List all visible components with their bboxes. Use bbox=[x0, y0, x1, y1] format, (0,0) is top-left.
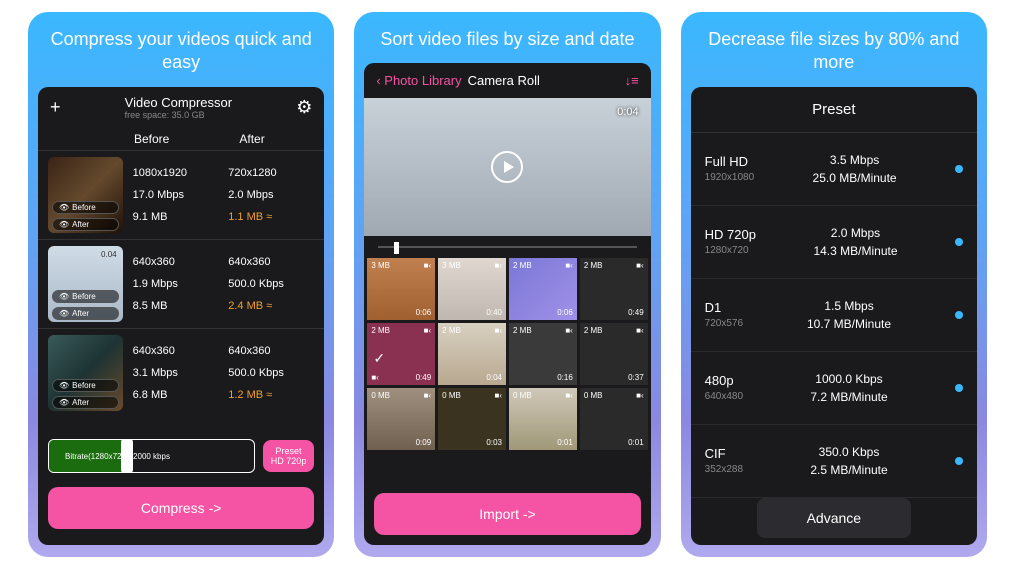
grid-item[interactable]: 3 MB■‹0:06 bbox=[367, 258, 435, 320]
panel-library: Sort video files by size and date ‹ Phot… bbox=[354, 12, 660, 557]
preset-title: Preset bbox=[691, 87, 977, 133]
eye-icon[interactable]: 👁 Before bbox=[52, 379, 119, 392]
grid-item[interactable]: 0 MB■‹0:03 bbox=[438, 388, 506, 450]
radio-icon bbox=[955, 457, 963, 465]
caption: Decrease file sizes by 80% and more bbox=[681, 12, 987, 87]
grid-item-selected[interactable]: 2 MB■‹✓■‹0:49 bbox=[367, 323, 435, 385]
grid-item[interactable]: 3 MB■‹0:40 bbox=[438, 258, 506, 320]
compress-card: + Video Compressor free space: 35.0 GB ⚙… bbox=[38, 87, 324, 545]
grid-item[interactable]: 2 MB■‹0:16 bbox=[509, 323, 577, 385]
eye-icon[interactable]: 👁 Before bbox=[52, 290, 119, 303]
back-button[interactable]: ‹ Photo Library bbox=[376, 73, 461, 88]
video-row[interactable]: 👁 Before 👁 After 1080x192017.0 Mbps9.1 M… bbox=[38, 150, 324, 239]
caption: Compress your videos quick and easy bbox=[28, 12, 334, 87]
video-preview[interactable]: 0:04 bbox=[364, 98, 650, 236]
video-grid: 3 MB■‹0:06 3 MB■‹0:40 2 MB■‹0:06 2 MB■‹0… bbox=[364, 258, 650, 483]
grid-item[interactable]: 0 MB■‹0:09 bbox=[367, 388, 435, 450]
grid-item[interactable]: 2 MB■‹0:49 bbox=[580, 258, 648, 320]
bitrate-slider[interactable]: Bitrate(1280x720): 2000 kbps bbox=[48, 439, 255, 473]
preset-button[interactable]: PresetHD 720p bbox=[263, 440, 315, 472]
compress-button[interactable]: Compress -> bbox=[48, 487, 314, 529]
thumbnail: 0.04 👁 Before 👁 After bbox=[48, 246, 123, 322]
caption: Sort video files by size and date bbox=[354, 12, 660, 63]
check-icon: ✓ bbox=[373, 350, 385, 367]
grid-item[interactable]: 0 MB■‹0:01 bbox=[509, 388, 577, 450]
library-card: ‹ Photo Library Camera Roll ↓≡ 0:04 3 MB… bbox=[364, 63, 650, 545]
grid-item[interactable]: 0 MB■‹0:01 bbox=[580, 388, 648, 450]
eye-icon[interactable]: 👁 Before bbox=[52, 201, 119, 214]
advance-button[interactable]: Advance bbox=[757, 498, 911, 538]
radio-icon bbox=[955, 238, 963, 246]
preset-row[interactable]: HD 720p1280x720 2.0 Mbps14.3 MB/Minute bbox=[691, 206, 977, 279]
add-icon[interactable]: + bbox=[50, 97, 61, 118]
nav-title: Camera Roll bbox=[468, 73, 540, 88]
eye-icon[interactable]: 👁 After bbox=[52, 307, 119, 320]
grid-item[interactable]: 2 MB■‹0:37 bbox=[580, 323, 648, 385]
radio-icon bbox=[955, 384, 963, 392]
eye-icon[interactable]: 👁 After bbox=[52, 396, 119, 409]
grid-item[interactable]: 2 MB■‹0:04 bbox=[438, 323, 506, 385]
preset-card: Preset Full HD1920x1080 3.5 Mbps25.0 MB/… bbox=[691, 87, 977, 545]
preset-row[interactable]: CIF352x288 350.0 Kbps2.5 MB/Minute bbox=[691, 425, 977, 498]
panel-compress: Compress your videos quick and easy + Vi… bbox=[28, 12, 334, 557]
radio-icon bbox=[955, 311, 963, 319]
thumbnail: 👁 Before 👁 After bbox=[48, 157, 123, 233]
panel-preset: Decrease file sizes by 80% and more Pres… bbox=[681, 12, 987, 557]
video-row[interactable]: 0.04 👁 Before 👁 After 640x3601.9 Mbps8.5… bbox=[38, 239, 324, 328]
import-button[interactable]: Import -> bbox=[374, 493, 640, 535]
grid-item[interactable]: 2 MB■‹0:06 bbox=[509, 258, 577, 320]
radio-icon bbox=[955, 165, 963, 173]
gear-icon[interactable]: ⚙ bbox=[296, 97, 312, 118]
sort-icon[interactable]: ↓≡ bbox=[625, 73, 639, 88]
preset-row[interactable]: 480p640x480 1000.0 Kbps7.2 MB/Minute bbox=[691, 352, 977, 425]
play-icon[interactable] bbox=[491, 151, 523, 183]
preset-row[interactable]: Full HD1920x1080 3.5 Mbps25.0 MB/Minute bbox=[691, 133, 977, 206]
preset-row[interactable]: D1720x576 1.5 Mbps10.7 MB/Minute bbox=[691, 279, 977, 352]
app-title: Video Compressor free space: 35.0 GB bbox=[125, 95, 232, 120]
thumbnail: 👁 Before 👁 After bbox=[48, 335, 123, 411]
scrubber[interactable] bbox=[364, 236, 650, 258]
column-headers: BeforeAfter bbox=[38, 128, 324, 150]
eye-icon[interactable]: 👁 After bbox=[52, 218, 119, 231]
video-row[interactable]: 👁 Before 👁 After 640x3603.1 Mbps6.8 MB 6… bbox=[38, 328, 324, 417]
